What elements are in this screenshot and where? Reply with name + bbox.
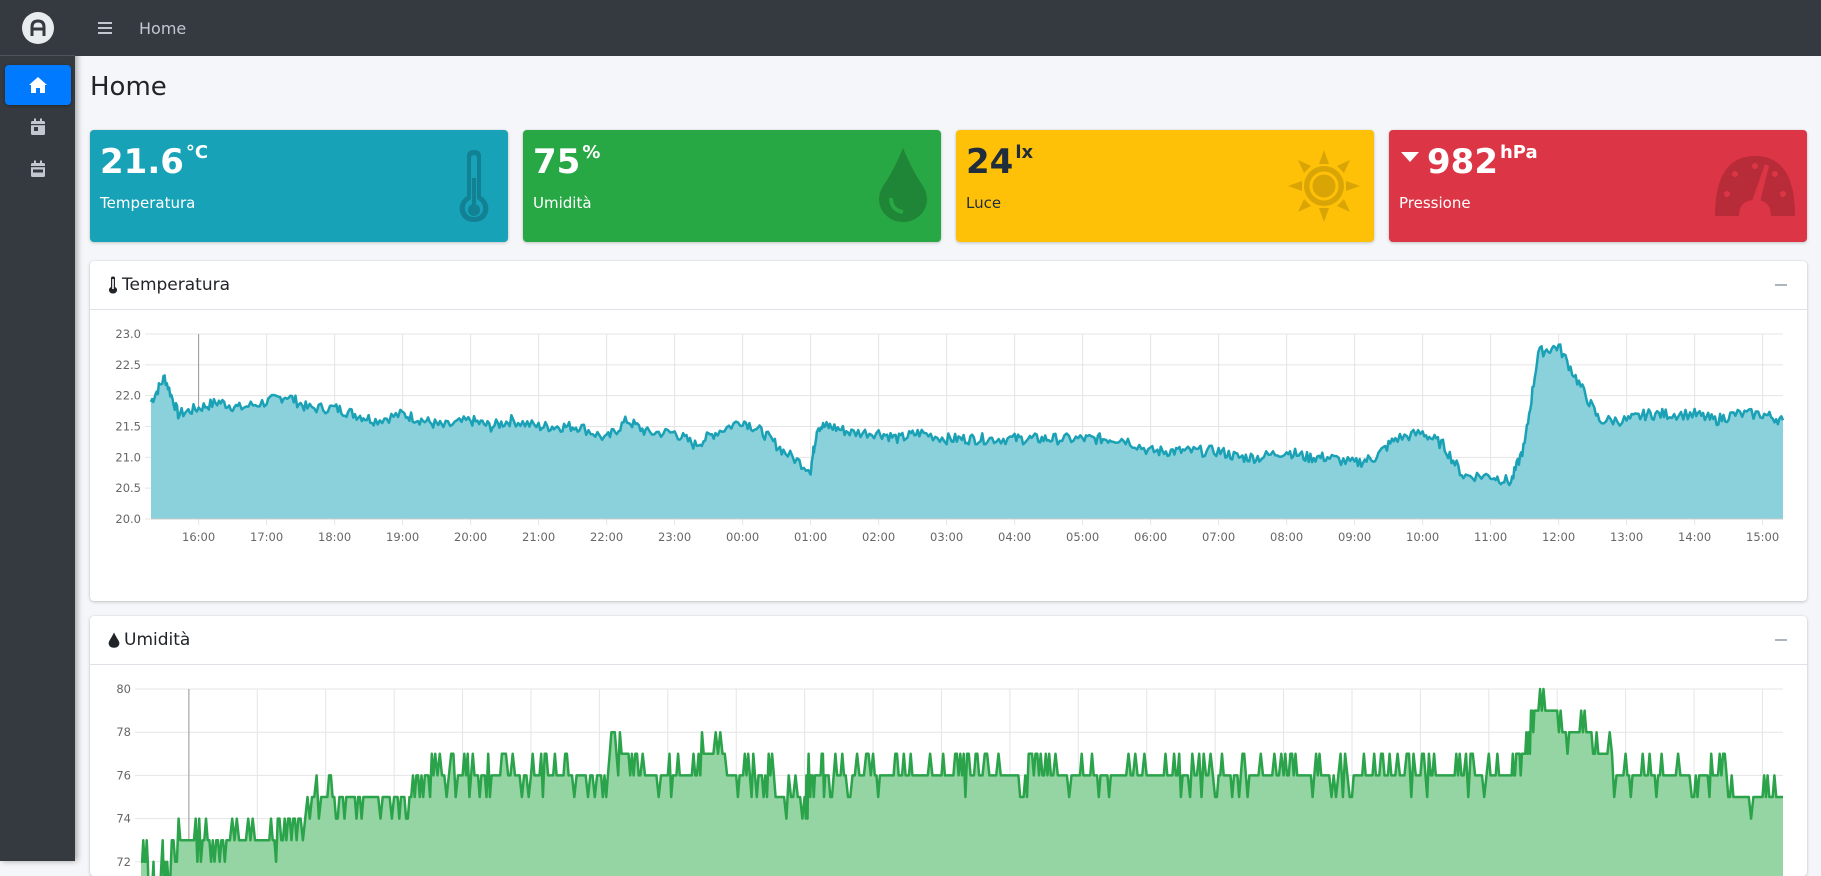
y-tick-label: 20.5 bbox=[115, 481, 141, 495]
card-temperature-chart: Temperatura 23.0 22.5 22.0 21.5 21.0 20.5 20.0… bbox=[90, 261, 1807, 601]
card-title: Umidità bbox=[124, 630, 191, 650]
top-navbar: Home bbox=[75, 0, 1821, 56]
calendar-week-icon bbox=[30, 160, 45, 177]
y-tick-label: 80 bbox=[116, 682, 131, 696]
stat-value: 75% bbox=[533, 142, 600, 182]
stat-box-pressure: 982 hPa Pressione bbox=[1389, 130, 1807, 242]
stat-number: 24 bbox=[966, 142, 1014, 182]
thermometer-icon bbox=[459, 150, 489, 222]
y-tick-label: 76 bbox=[116, 768, 131, 782]
stat-value: 982 hPa bbox=[1399, 142, 1538, 182]
gauge-icon bbox=[1715, 156, 1795, 216]
stat-value: 24 lx bbox=[966, 142, 1033, 182]
x-tick-label: 15:00 bbox=[1746, 530, 1779, 544]
x-tick-label: 17:00 bbox=[250, 530, 283, 544]
thermometer-icon bbox=[108, 276, 118, 294]
nav-item-week[interactable] bbox=[5, 149, 71, 189]
stat-unit: lx bbox=[1015, 142, 1034, 163]
stat-unit: hPa bbox=[1499, 142, 1538, 163]
x-tick-label: 19:00 bbox=[386, 530, 419, 544]
series-area bbox=[151, 344, 1783, 519]
x-tick-label: 04:00 bbox=[998, 530, 1031, 544]
minus-icon bbox=[1775, 639, 1787, 641]
sun-icon bbox=[1288, 150, 1360, 222]
minus-icon bbox=[1775, 284, 1787, 286]
stat-label: Umidità bbox=[533, 194, 592, 212]
y-tick-label: 78 bbox=[116, 725, 131, 739]
x-tick-label: 08:00 bbox=[1270, 530, 1303, 544]
series-area bbox=[141, 689, 1783, 876]
y-tick-label: 20.0 bbox=[115, 512, 141, 526]
x-tick-label: 21:00 bbox=[522, 530, 555, 544]
x-tick-label: 02:00 bbox=[862, 530, 895, 544]
x-tick-label: 13:00 bbox=[1610, 530, 1643, 544]
y-tick-label: 21.0 bbox=[115, 450, 141, 464]
stat-unit: % bbox=[582, 142, 601, 163]
x-tick-label: 05:00 bbox=[1066, 530, 1099, 544]
humidity-chart: 80 78 76 74 72 bbox=[116, 682, 1783, 876]
x-tick-label: 14:00 bbox=[1678, 530, 1711, 544]
x-tick-label: 11:00 bbox=[1474, 530, 1507, 544]
x-tick-label: 20:00 bbox=[454, 530, 487, 544]
stat-label: Pressione bbox=[1399, 194, 1471, 212]
main-sidebar bbox=[0, 0, 75, 861]
nav-item-home[interactable] bbox=[4, 65, 71, 105]
drop-icon bbox=[108, 632, 120, 648]
card-header: Umidità bbox=[90, 616, 1807, 665]
breadcrumb-home-link[interactable]: Home bbox=[139, 19, 186, 38]
stat-label: Temperatura bbox=[100, 194, 196, 212]
calendar-day-icon bbox=[30, 118, 45, 135]
card-title: Temperatura bbox=[122, 275, 231, 295]
drop-icon bbox=[879, 148, 927, 222]
pushmenu-button[interactable] bbox=[75, 0, 135, 56]
stat-number: 75 bbox=[533, 142, 581, 182]
y-tick-label: 22.5 bbox=[115, 358, 141, 372]
stat-value: 21.6 °C bbox=[100, 142, 208, 182]
stat-label: Luce bbox=[966, 194, 1002, 212]
x-tick-label: 16:00 bbox=[182, 530, 215, 544]
x-tick-label: 07:00 bbox=[1202, 530, 1235, 544]
stat-box-temperature: 21.6 °C Temperatura bbox=[90, 130, 508, 242]
y-tick-label: 23.0 bbox=[115, 327, 141, 341]
stat-box-humidity: 75% Umidità bbox=[523, 130, 941, 242]
stat-number: 21.6 bbox=[100, 142, 184, 182]
x-tick-label: 12:00 bbox=[1542, 530, 1575, 544]
x-tick-label: 06:00 bbox=[1134, 530, 1167, 544]
home-icon bbox=[28, 77, 47, 93]
collapse-button[interactable] bbox=[1771, 630, 1791, 650]
stat-number: 982 bbox=[1427, 142, 1498, 182]
y-tick-label: 22.0 bbox=[115, 389, 141, 403]
x-tick-label: 03:00 bbox=[930, 530, 963, 544]
x-tick-label: 01:00 bbox=[794, 530, 827, 544]
nav-item-day[interactable] bbox=[5, 107, 71, 147]
x-tick-label: 09:00 bbox=[1338, 530, 1371, 544]
card-humidity-chart: Umidità 80 78 76 74 72 bbox=[90, 616, 1807, 876]
stat-unit: °C bbox=[185, 142, 209, 163]
caret-down-icon bbox=[1401, 152, 1419, 162]
brand-link[interactable] bbox=[0, 0, 75, 56]
collapse-button[interactable] bbox=[1771, 275, 1791, 295]
y-tick-label: 72 bbox=[116, 855, 131, 869]
bars-icon bbox=[98, 22, 112, 34]
x-tick-label: 23:00 bbox=[658, 530, 691, 544]
x-tick-label: 00:00 bbox=[726, 530, 759, 544]
y-tick-label: 21.5 bbox=[115, 420, 141, 434]
x-tick-label: 10:00 bbox=[1406, 530, 1439, 544]
card-header: Temperatura bbox=[90, 261, 1807, 310]
y-tick-label: 74 bbox=[116, 812, 131, 826]
temperature-chart: 23.0 22.5 22.0 21.5 21.0 20.5 20.0 16:00 17:00 18… bbox=[115, 327, 1785, 544]
page-title: Home bbox=[90, 72, 167, 102]
logo-icon bbox=[21, 11, 54, 44]
x-tick-label: 18:00 bbox=[318, 530, 351, 544]
stat-box-light: 24 lx Luce bbox=[956, 130, 1374, 242]
x-tick-label: 22:00 bbox=[590, 530, 623, 544]
